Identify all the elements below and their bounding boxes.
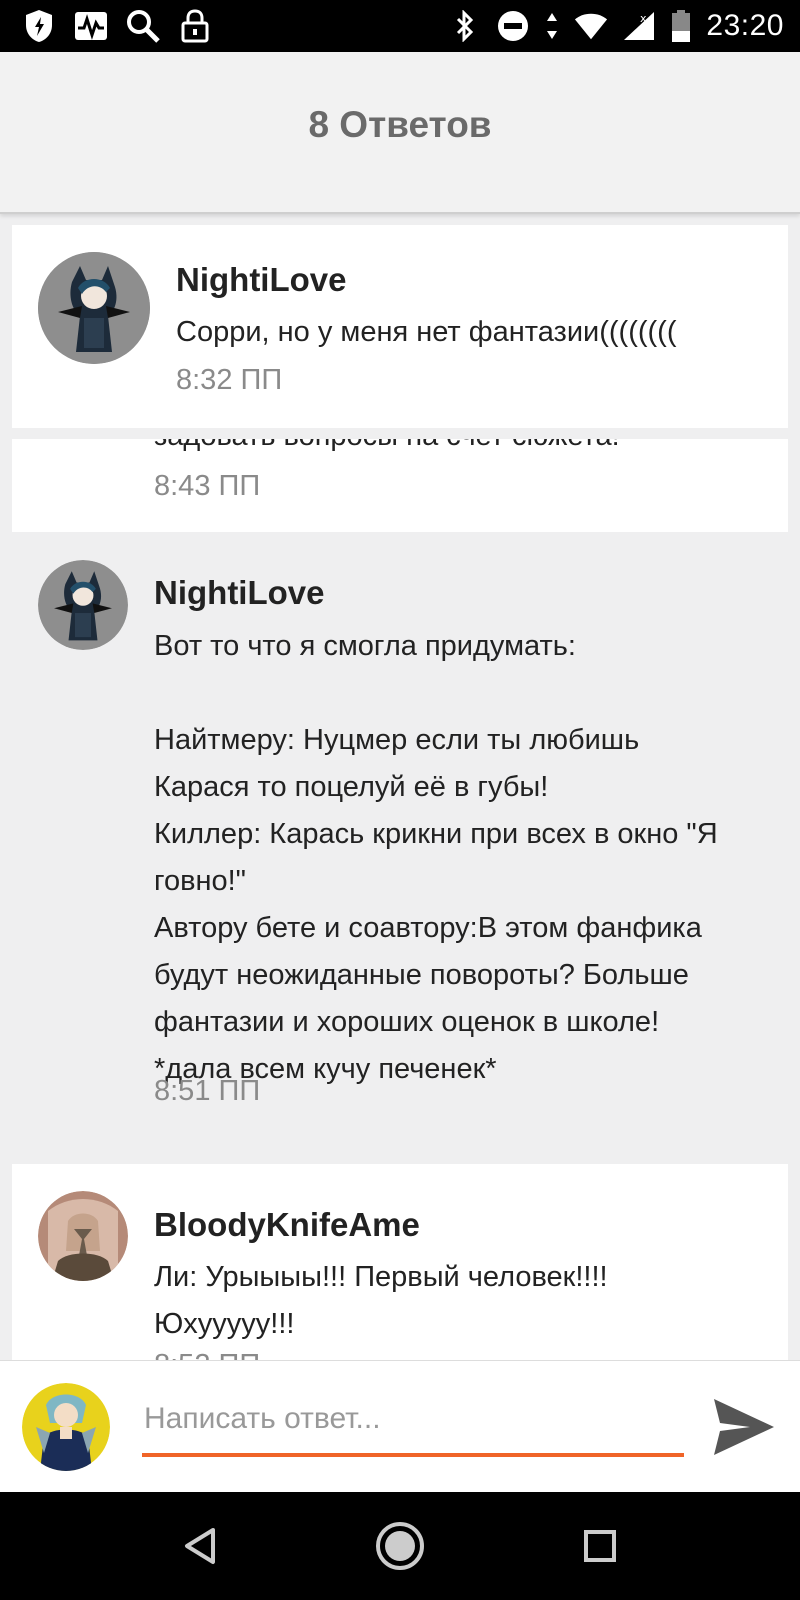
recents-icon <box>584 1530 616 1562</box>
app-header: 8 Ответов <box>0 52 800 214</box>
comment-text: Вот то что я смогла придумать: Найтмеру:… <box>154 630 718 1085</box>
send-icon <box>714 1399 774 1455</box>
search-icon <box>126 9 160 43</box>
avatar[interactable] <box>38 252 150 364</box>
wifi-icon <box>574 9 608 43</box>
recents-button[interactable] <box>570 1516 630 1576</box>
page-title: 8 Ответов <box>308 104 492 145</box>
lock-icon <box>178 9 212 43</box>
battery-icon <box>670 9 692 43</box>
clock: 23:20 <box>706 9 784 42</box>
status-right-icons: x 23:20 <box>448 8 784 44</box>
home-icon <box>376 1522 424 1570</box>
comment-item[interactable]: задовать вопросы на счет сюжета! 8:43 ПП <box>12 439 788 532</box>
comment-time: 8:51 ПП <box>154 1075 261 1107</box>
do-not-disturb-icon <box>496 9 530 43</box>
comment-author[interactable]: NightiLove <box>176 261 347 299</box>
cell-signal-icon: x <box>622 9 656 43</box>
comment-time: 8:52 ПП <box>154 1349 260 1360</box>
shield-icon <box>22 9 56 43</box>
send-button[interactable] <box>706 1395 778 1459</box>
back-icon <box>185 1528 215 1564</box>
user-avatar[interactable] <box>22 1383 110 1471</box>
comment-item[interactable]: NightiLove Сорри, но у меня нет фантазии… <box>12 225 788 428</box>
reply-bar <box>0 1360 800 1493</box>
back-button[interactable] <box>170 1516 230 1576</box>
bluetooth-icon <box>448 9 482 43</box>
svg-text:x: x <box>640 12 647 25</box>
home-button[interactable] <box>370 1516 430 1576</box>
comment-time: 8:43 ПП <box>154 470 261 502</box>
comment-author[interactable]: NightiLove <box>154 574 325 612</box>
comment-time: 8:32 ПП <box>176 364 283 396</box>
activity-icon <box>74 9 108 43</box>
comment-item[interactable]: BloodyKnifeAme Ли: Урыыыы!!! Первый чело… <box>12 1164 788 1360</box>
avatar[interactable] <box>38 1191 128 1281</box>
comment-text: Сорри, но у меня нет фантазии(((((((( <box>176 316 677 348</box>
comment-item[interactable]: NightiLove Вот то что я смогла придумать… <box>12 532 788 1136</box>
comment-text: задовать вопросы на счет сюжета! <box>154 439 620 460</box>
status-bar: x 23:20 <box>0 0 800 52</box>
status-left-icons <box>22 8 212 44</box>
avatar[interactable] <box>38 560 128 650</box>
data-arrows-icon <box>544 9 560 43</box>
comment-author[interactable]: BloodyKnifeAme <box>154 1206 420 1244</box>
reply-input[interactable] <box>142 1385 684 1457</box>
comment-text: Ли: Урыыыы!!! Первый человек!!!! Юхууууу… <box>154 1261 608 1340</box>
navigation-bar <box>0 1492 800 1600</box>
